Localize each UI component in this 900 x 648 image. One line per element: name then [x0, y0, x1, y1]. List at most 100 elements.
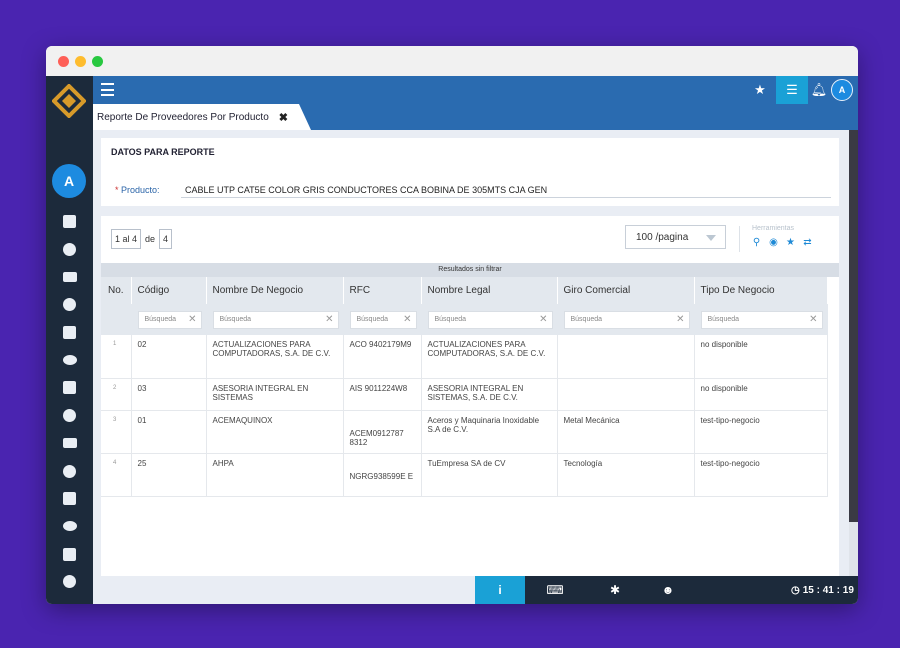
cell-legal: ASESORIA INTEGRAL EN SISTEMAS, S.A. DE C…	[421, 378, 558, 411]
cell-no: 3	[101, 410, 132, 454]
clear-icon[interactable]: ✕	[676, 314, 684, 325]
sidebar-menu	[46, 208, 93, 604]
sliders-icon[interactable]: ☰	[776, 76, 808, 104]
cell-nombre: ACEMAQUINOX	[206, 410, 344, 454]
cell-giro: Tecnología	[557, 453, 695, 497]
minimize-window-button[interactable]	[75, 56, 86, 67]
sidebar-item-box[interactable]	[46, 319, 93, 347]
cell-no: 2	[101, 378, 132, 411]
sidebar-item-delivery[interactable]	[46, 540, 93, 568]
sidebar-item-tree[interactable]	[46, 208, 93, 236]
col-tipo[interactable]: Tipo De Negocio	[694, 277, 828, 304]
cell-tipo: test-tipo-negocio	[694, 410, 828, 454]
chevron-down-icon	[706, 235, 716, 241]
table-row[interactable]: 4 25 AHPA NGRG938599E E TuEmpresa SA de …	[101, 453, 828, 497]
clear-icon[interactable]: ✕	[188, 314, 196, 325]
clock: ◷ 15 : 41 : 19	[791, 576, 854, 604]
cell-legal: TuEmpresa SA de CV	[421, 453, 558, 497]
sidebar-item-calc[interactable]	[46, 430, 93, 458]
status-bar: i ⌨ ✱ ☻ ◷ 15 : 41 : 19	[93, 576, 858, 604]
table-row[interactable]: 2 03 ASESORIA INTEGRAL EN SISTEMAS AIS 9…	[101, 378, 828, 411]
tree-icon	[63, 215, 76, 229]
close-window-button[interactable]	[58, 56, 69, 67]
scrollbar[interactable]	[849, 130, 858, 522]
col-nombre[interactable]: Nombre De Negocio	[206, 277, 344, 304]
filter-giro-input[interactable]: Búsqueda ✕	[563, 310, 690, 329]
sidebar-avatar[interactable]: A	[52, 164, 86, 198]
sidebar-item-document[interactable]	[46, 485, 93, 513]
sidebar-item-clipboard[interactable]	[46, 346, 93, 374]
col-giro[interactable]: Giro Comercial	[557, 277, 695, 304]
users-icon	[63, 243, 76, 257]
pager-range[interactable]: 1 al 4	[111, 229, 142, 249]
table-row[interactable]: 3 01 ACEMAQUINOX ACEM0912787 8312 Aceros…	[101, 410, 828, 454]
clock-icon: ◷	[791, 584, 800, 596]
refresh-icon[interactable]: ⇄	[802, 237, 813, 248]
col-codigo[interactable]: Código	[131, 277, 207, 304]
datos-heading: DATOS PARA REPORTE	[111, 147, 215, 157]
info-icon[interactable]: i	[475, 576, 525, 604]
maximize-window-button[interactable]	[92, 56, 103, 67]
calc-icon	[62, 438, 77, 449]
clear-icon[interactable]: ✕	[539, 314, 547, 325]
col-legal[interactable]: Nombre Legal	[421, 277, 558, 304]
filter-tipo-input[interactable]: Búsqueda ✕	[700, 310, 823, 329]
filter-cell: Búsqueda ✕	[557, 304, 695, 335]
bell-icon[interactable]: 🔔︎	[808, 76, 830, 104]
filter-cell: Búsqueda ✕	[421, 304, 558, 335]
sidebar-item-chart[interactable]	[46, 568, 93, 596]
sidebar-item-money[interactable]	[46, 374, 93, 402]
hamburger-menu-icon[interactable]	[101, 83, 114, 96]
col-no: No.	[101, 277, 132, 304]
money-icon	[63, 381, 76, 395]
keyboard-icon[interactable]: ⌨	[530, 576, 580, 604]
cell-rfc: ACEM0912787 8312	[343, 410, 422, 454]
sidebar-item-truck[interactable]	[46, 291, 93, 319]
main-content: DATOS PARA REPORTE * Producto: CABLE UTP…	[93, 130, 849, 576]
sidebar-item-building[interactable]	[46, 263, 93, 291]
sidebar-item-org[interactable]	[46, 402, 93, 430]
tab-strip: Reporte De Proveedores Por Producto ✖	[93, 104, 858, 130]
star-icon[interactable]: ★	[785, 237, 796, 248]
clear-icon[interactable]: ✕	[809, 314, 817, 325]
logo-icon[interactable]	[52, 84, 86, 118]
user-avatar[interactable]: A	[831, 79, 853, 101]
filter-cell: Búsqueda ✕	[131, 304, 207, 335]
product-field[interactable]: CABLE UTP CAT5E COLOR GRIS CONDUCTORES C…	[181, 178, 831, 198]
tab-close-icon[interactable]: ✖	[279, 111, 288, 124]
bug-icon[interactable]: ✱	[590, 576, 640, 604]
per-page-select[interactable]: 100 /pagina	[625, 225, 726, 249]
star-icon[interactable]: ★	[744, 76, 776, 104]
sidebar-item-pin[interactable]	[46, 596, 93, 604]
box-icon	[63, 326, 76, 340]
cell-rfc: NGRG938599E E	[343, 453, 422, 497]
col-rfc[interactable]: RFC	[343, 277, 422, 304]
clear-icon[interactable]: ✕	[403, 314, 411, 325]
filter-codigo-input[interactable]: Búsqueda ✕	[137, 310, 202, 329]
scrollbar-track	[849, 522, 858, 576]
cell-legal: Aceros y Maquinaria Inoxidable S.A de C.…	[421, 410, 558, 454]
truck-icon	[63, 298, 76, 312]
filter-cell-no	[101, 304, 132, 335]
tab-reporte-proveedores[interactable]: Reporte De Proveedores Por Producto ✖	[93, 104, 311, 130]
cell-tipo: no disponible	[694, 335, 828, 379]
filter-cell: Búsqueda ✕	[206, 304, 344, 335]
pager-of: de	[145, 234, 156, 244]
sidebar-item-hand[interactable]	[46, 513, 93, 541]
search-icon[interactable]: ⚲	[751, 237, 762, 248]
datos-panel: DATOS PARA REPORTE * Producto: CABLE UTP…	[101, 138, 839, 206]
tools-divider	[739, 226, 740, 252]
filter-rfc-input[interactable]: Búsqueda ✕	[349, 310, 417, 329]
table-row[interactable]: 1 02 ACTUALIZACIONES PARA COMPUTADORAS, …	[101, 335, 828, 379]
eye-icon[interactable]: ◉	[768, 237, 779, 248]
filter-legal-input[interactable]: Búsqueda ✕	[427, 310, 553, 329]
cell-nombre: ASESORIA INTEGRAL EN SISTEMAS	[206, 378, 344, 411]
filter-row: Búsqueda ✕ Búsqueda ✕ Búsqueda ✕ Búsqueda ✕ …	[101, 304, 828, 335]
smiley-icon[interactable]: ☻	[643, 576, 693, 604]
people-icon	[63, 464, 76, 478]
sidebar-item-users[interactable]	[46, 236, 93, 264]
tab-label: Reporte De Proveedores Por Producto	[97, 111, 269, 123]
clear-icon[interactable]: ✕	[325, 314, 333, 325]
filter-nombre-input[interactable]: Búsqueda ✕	[212, 310, 339, 329]
sidebar-item-people[interactable]	[46, 457, 93, 485]
